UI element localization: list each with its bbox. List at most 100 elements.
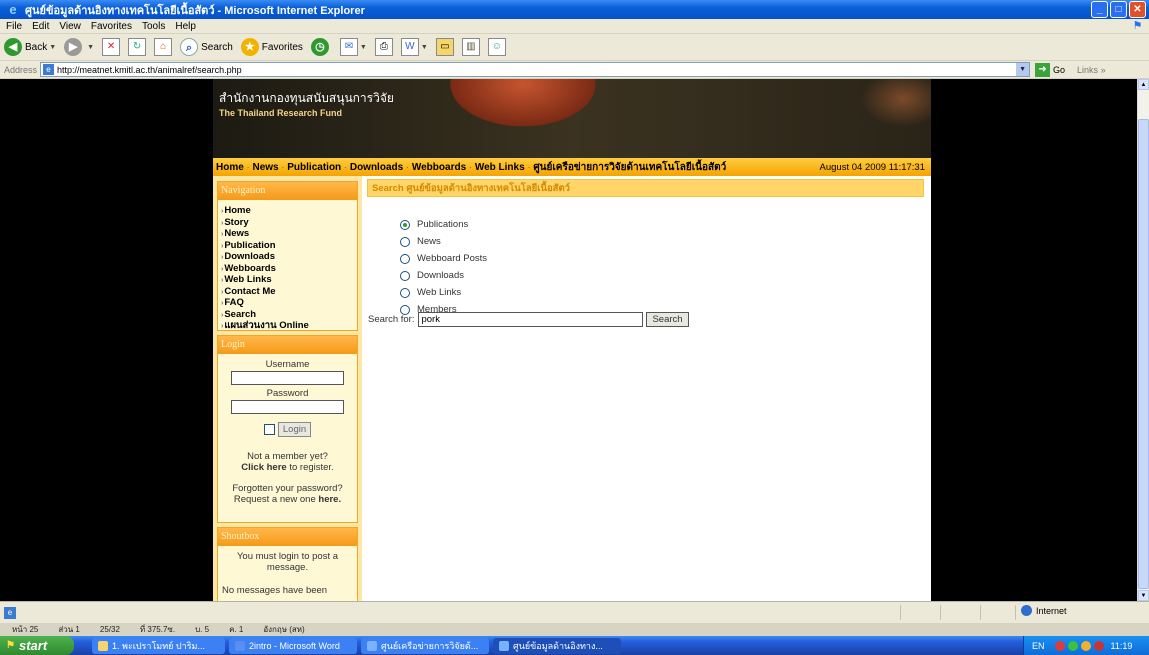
language-indicator[interactable]: EN — [1032, 641, 1045, 651]
security-zone: Internet — [1021, 605, 1067, 616]
scrollbar-thumb[interactable] — [1138, 119, 1149, 589]
search-for-label: Search for: — [368, 314, 415, 325]
scroll-down-icon[interactable]: ▼ — [1138, 590, 1149, 601]
task-item[interactable]: 1. พะเปราโมทย์ ปาริม... — [92, 637, 225, 654]
menu-view[interactable]: View — [59, 21, 81, 32]
tray-icon[interactable] — [1067, 640, 1078, 651]
menu-help[interactable]: Help — [175, 21, 196, 32]
task-item-active[interactable]: ศูนย์ข้อมูลด้านอิงทาง... — [493, 637, 621, 654]
tray-icon[interactable] — [1093, 640, 1104, 651]
mail-button[interactable]: ✉ ▼ — [339, 38, 367, 56]
search-input[interactable]: pork — [418, 312, 644, 327]
option-publications[interactable]: Publications — [400, 216, 487, 233]
maximize-button[interactable]: □ — [1110, 1, 1127, 18]
option-webboard-posts[interactable]: Webboard Posts — [400, 250, 487, 267]
radio-downloads[interactable] — [400, 270, 410, 281]
username-label: Username — [265, 359, 310, 370]
login-block: Login Username Password Login Not a memb… — [217, 335, 358, 523]
radio-publications[interactable] — [400, 219, 410, 230]
radio-webboard-posts[interactable] — [400, 253, 410, 264]
ie-icon — [367, 640, 377, 651]
login-title: Login — [218, 336, 357, 354]
address-label: Address — [4, 64, 38, 75]
shoutbox-block: Shoutbox You must login to post a messag… — [217, 527, 358, 601]
radio-web-links[interactable] — [400, 287, 410, 298]
option-downloads[interactable]: Downloads — [400, 267, 487, 284]
favorites-button[interactable]: ★ Favorites — [240, 38, 303, 56]
go-arrow-icon: ➜ — [1035, 62, 1051, 77]
favorites-label: Favorites — [261, 41, 303, 53]
shoutbox-empty: No messages have been — [222, 585, 328, 596]
search-button[interactable]: ⌕ Search — [180, 38, 233, 56]
edit-button[interactable]: W ▼ — [400, 38, 428, 56]
vertical-scrollbar[interactable]: ▲ ▼ — [1137, 79, 1149, 601]
request-link[interactable]: here. — [318, 494, 341, 505]
menu-edit[interactable]: Edit — [32, 21, 49, 32]
chevron-down-icon: ▼ — [49, 43, 57, 51]
chevron-down-icon: ▼ — [359, 43, 367, 51]
page-status-icon: e — [4, 606, 16, 619]
nav-item-online[interactable]: ›แผนส่วนงาน Online — [221, 320, 357, 333]
system-tray: EN 11:19 — [1023, 636, 1149, 655]
research-button[interactable]: ▥ — [461, 38, 480, 56]
search-submit-button[interactable]: Search — [646, 312, 689, 327]
radio-news[interactable] — [400, 236, 410, 247]
option-web-links[interactable]: Web Links — [400, 284, 487, 301]
messenger-button[interactable]: ☺ — [487, 38, 506, 56]
links-button[interactable]: Links » — [1077, 65, 1106, 75]
tray-icon[interactable] — [1054, 640, 1065, 651]
password-label: Password — [266, 388, 309, 399]
topnav-network[interactable]: ศูนย์เครือข่ายการวิจัยด้านเทคโนโลยีเนื้อ… — [533, 160, 726, 175]
remember-checkbox[interactable] — [263, 424, 275, 435]
forward-arrow-icon: ▶ — [64, 38, 83, 56]
password-input[interactable] — [231, 400, 344, 414]
print-button[interactable]: ⎙ — [374, 38, 393, 56]
topnav-news[interactable]: News — [252, 162, 278, 173]
address-input[interactable]: e http://meatnet.kmitl.ac.th/animalref/s… — [40, 62, 1031, 77]
refresh-button[interactable]: ↻ — [128, 38, 147, 56]
chevron-down-icon: ▼ — [420, 43, 428, 51]
menu-file[interactable]: File — [6, 21, 22, 32]
main-column: Search ศูนย์ข้อมูลด้านอิงทางเทคโนโลยีเนื… — [365, 176, 931, 601]
window-controls: _ □ ✕ — [1091, 1, 1146, 18]
left-column: Navigation ›Home ›Story ›News ›Publicati… — [213, 176, 362, 601]
request-text: Request a new one — [233, 494, 319, 505]
chevron-down-icon[interactable]: ▼ — [1016, 63, 1030, 76]
option-news[interactable]: News — [400, 233, 487, 250]
close-button[interactable]: ✕ — [1129, 1, 1146, 18]
task-item[interactable]: ศูนย์เครือข่ายการวิจัยด้... — [361, 637, 489, 654]
username-input[interactable] — [231, 371, 344, 385]
register-link[interactable]: Click here — [241, 462, 286, 473]
menu-tools[interactable]: Tools — [142, 21, 165, 32]
login-button[interactable]: Login — [277, 422, 312, 437]
minimize-button[interactable]: _ — [1091, 1, 1108, 18]
topnav-home[interactable]: Home — [216, 162, 244, 173]
tray-icon[interactable] — [1080, 640, 1091, 651]
word-section: ส่วน 1 — [58, 625, 80, 634]
menu-favorites[interactable]: Favorites — [91, 21, 132, 32]
shoutbox-title: Shoutbox — [218, 528, 357, 546]
home-button[interactable]: ⌂ — [154, 38, 173, 56]
folder-button[interactable]: ▭ — [435, 38, 454, 56]
stop-icon: ✕ — [102, 38, 121, 56]
clock: 11:19 — [1110, 640, 1133, 651]
search-header: Search ศูนย์ข้อมูลด้านอิงทางเทคโนโลยีเนื… — [367, 179, 924, 197]
back-button[interactable]: ◀ Back ▼ — [4, 38, 56, 56]
search-icon: ⌕ — [180, 38, 199, 56]
go-button[interactable]: ➜ Go — [1035, 62, 1065, 77]
window-titlebar[interactable]: e ศูนย์ข้อมูลด้านอิงทางเทคโนโลยีเนื้อสัต… — [0, 0, 1149, 19]
page-viewport: สำนักงานกองทุนสนับสนุนการวิจัย The Thail… — [0, 79, 1137, 601]
topnav-webboards[interactable]: Webboards — [412, 162, 466, 173]
stop-button[interactable]: ✕ — [102, 38, 121, 56]
task-item[interactable]: 2intro - Microsoft Word — [229, 637, 357, 654]
topnav-weblinks[interactable]: Web Links — [475, 162, 525, 173]
forward-button[interactable]: ▶ ▼ — [64, 38, 94, 56]
topnav-publication[interactable]: Publication — [287, 162, 341, 173]
topnav-downloads[interactable]: Downloads — [350, 162, 403, 173]
word-column: ค. 1 — [229, 625, 244, 634]
start-button[interactable]: ⚑ start — [0, 636, 74, 655]
status-bar: e Internet — [0, 601, 1149, 623]
history-button[interactable]: ◷ — [310, 38, 332, 56]
scroll-up-icon[interactable]: ▲ — [1138, 79, 1149, 90]
request-line: Request a new one here. — [218, 494, 357, 505]
